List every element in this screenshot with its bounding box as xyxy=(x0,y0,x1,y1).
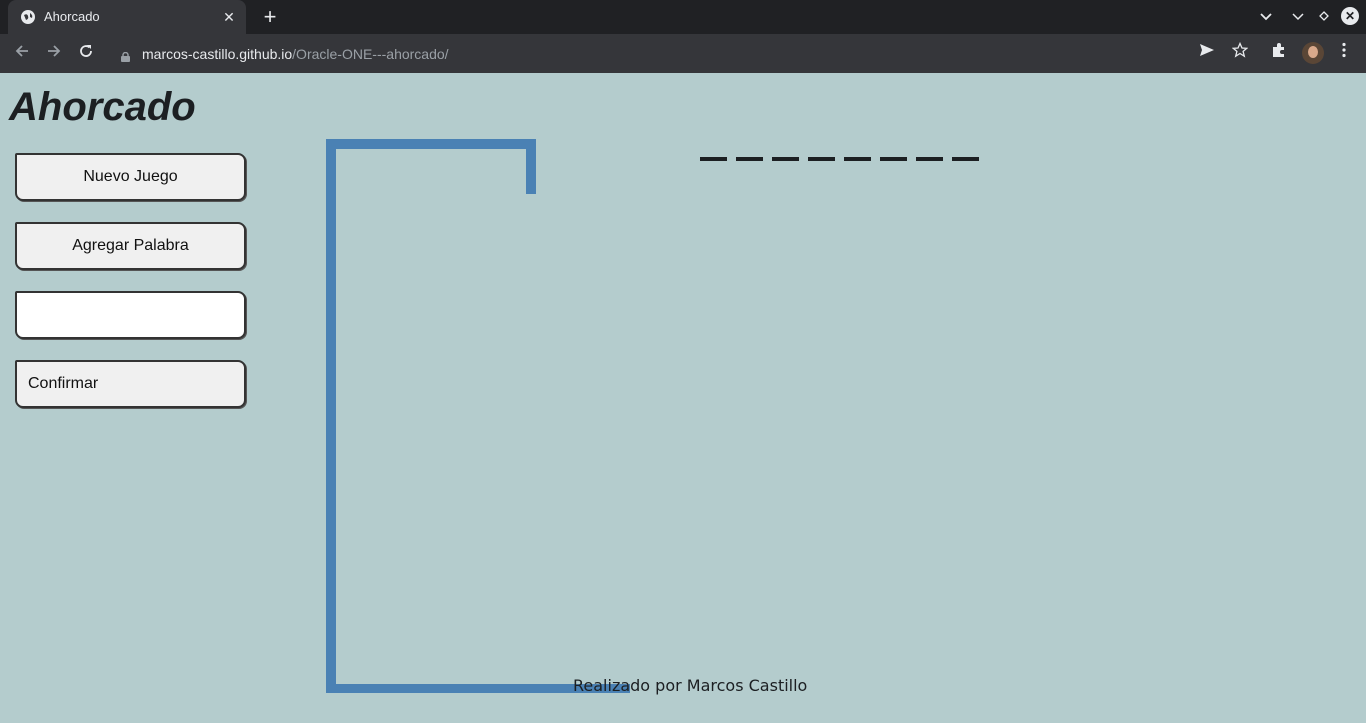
tab-title: Ahorcado xyxy=(44,9,100,24)
gallows-post xyxy=(326,139,336,693)
window-close-icon[interactable]: ✕ xyxy=(1341,7,1359,25)
page-title: Ahorcado xyxy=(9,85,196,129)
footer-credit: Realizado por Marcos Castillo xyxy=(573,676,808,695)
forward-icon[interactable] xyxy=(42,42,66,66)
new-game-button[interactable]: Nuevo Juego xyxy=(15,153,246,201)
url-path: /Oracle-ONE---ahorcado/ xyxy=(292,46,449,62)
avatar[interactable] xyxy=(1302,42,1324,64)
lock-icon[interactable] xyxy=(121,49,130,62)
letter-dash xyxy=(736,157,763,161)
letter-dash xyxy=(772,157,799,161)
maximize-icon[interactable] xyxy=(1314,7,1334,27)
send-icon[interactable] xyxy=(1196,42,1218,64)
letter-dash xyxy=(844,157,871,161)
extensions-icon[interactable] xyxy=(1268,42,1290,64)
address-bar[interactable]: marcos-castillo.github.io/Oracle-ONE---a… xyxy=(108,38,1258,69)
minimize-icon[interactable] xyxy=(1288,7,1308,27)
star-icon[interactable] xyxy=(1229,41,1251,64)
browser-tabstrip: Ahorcado ✕ + ✕ xyxy=(0,0,1366,34)
browser-toolbar: marcos-castillo.github.io/Oracle-ONE---a… xyxy=(0,34,1366,73)
letter-dash xyxy=(808,157,835,161)
gallows-beam xyxy=(326,139,536,149)
page-content: Ahorcado Nuevo Juego Agregar Palabra Con… xyxy=(0,73,1366,723)
url-host: marcos-castillo.github.io xyxy=(142,46,293,62)
hidden-word-dashes xyxy=(700,157,979,161)
letter-dash xyxy=(700,157,727,161)
add-word-button[interactable]: Agregar Palabra xyxy=(15,222,246,270)
letter-dash xyxy=(916,157,943,161)
letter-dash xyxy=(880,157,907,161)
menu-icon[interactable] xyxy=(1333,42,1355,64)
letter-dash xyxy=(952,157,979,161)
globe-icon xyxy=(21,10,35,24)
back-icon[interactable] xyxy=(10,42,34,66)
reload-icon[interactable] xyxy=(74,42,98,66)
tab-search-icon[interactable] xyxy=(1256,7,1276,27)
new-tab-button[interactable]: + xyxy=(258,6,282,30)
tab-close-icon[interactable]: ✕ xyxy=(220,8,238,26)
confirm-button[interactable]: Confirmar xyxy=(15,360,246,408)
browser-tab[interactable]: Ahorcado ✕ xyxy=(8,0,246,34)
word-input[interactable] xyxy=(15,291,246,339)
gallows-rope xyxy=(526,139,536,194)
url-text: marcos-castillo.github.io/Oracle-ONE---a… xyxy=(142,46,449,62)
